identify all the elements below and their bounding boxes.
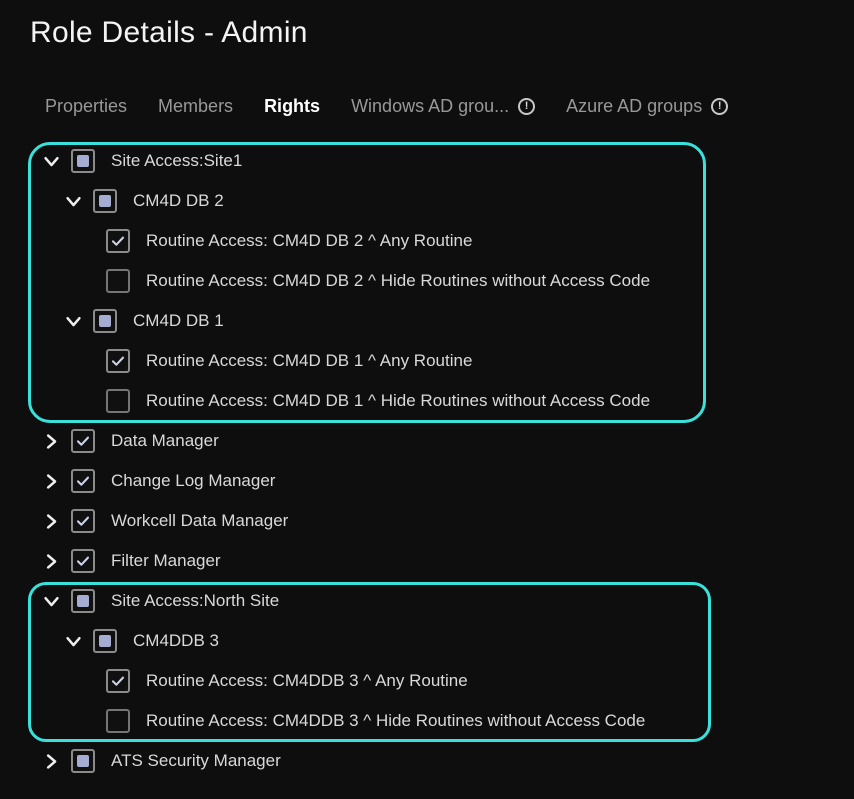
tree-item-label[interactable]: Site Access:North Site [111,591,279,611]
checkbox-checked[interactable] [106,349,130,373]
info-icon[interactable]: ! [711,98,728,115]
tree-item-label[interactable]: Routine Access: CM4D DB 2 ^ Hide Routine… [146,271,650,291]
tree-item-label[interactable]: CM4D DB 1 [133,311,224,331]
tree-row[interactable]: Change Log Manager [0,461,854,501]
tree-row[interactable]: Routine Access: CM4D DB 1 ^ Any Routine [0,341,854,381]
chevron-down-icon[interactable] [40,590,62,612]
tree-row[interactable]: Routine Access: CM4DDB 3 ^ Hide Routines… [0,701,854,741]
checkbox-partial[interactable] [93,189,117,213]
tree-item-label[interactable]: Site Access:Site1 [111,151,242,171]
check-icon [110,353,126,369]
check-icon [75,513,91,529]
tree-row[interactable]: Filter Manager [0,541,854,581]
partial-check-icon [99,635,111,647]
checkbox-checked[interactable] [71,549,95,573]
chevron-down-icon[interactable] [62,190,84,212]
checkbox-partial[interactable] [71,149,95,173]
tree-item-label[interactable]: Routine Access: CM4D DB 1 ^ Hide Routine… [146,391,650,411]
tab-label: Members [158,96,233,117]
tree-item-label[interactable]: CM4DDB 3 [133,631,219,651]
tree-item-label[interactable]: Change Log Manager [111,471,275,491]
checkbox-unchecked[interactable] [106,269,130,293]
checkbox-partial[interactable] [71,589,95,613]
tree-item-label[interactable]: Routine Access: CM4D DB 2 ^ Any Routine [146,231,472,251]
page-title: Role Details - Admin [0,0,854,50]
chevron-right-icon[interactable] [40,470,62,492]
tree-row[interactable]: Site Access:North Site [0,581,854,621]
tree-item-label[interactable]: Routine Access: CM4D DB 1 ^ Any Routine [146,351,472,371]
tree-item-label[interactable]: Routine Access: CM4DDB 3 ^ Any Routine [146,671,468,691]
tab-members[interactable]: Members [158,96,233,117]
check-icon [75,473,91,489]
rights-tree: Site Access:Site1 CM4D DB 2 Routine Acce… [0,141,854,781]
checkbox-partial[interactable] [93,629,117,653]
tree-row[interactable]: Routine Access: CM4DDB 3 ^ Any Routine [0,661,854,701]
check-icon [75,433,91,449]
partial-check-icon [99,195,111,207]
checkbox-checked[interactable] [106,229,130,253]
tab-rights[interactable]: Rights [264,96,320,117]
checkbox-partial[interactable] [71,749,95,773]
tree-row[interactable]: CM4D DB 2 [0,181,854,221]
tab-properties[interactable]: Properties [45,96,127,117]
tree-row[interactable]: Routine Access: CM4D DB 2 ^ Any Routine [0,221,854,261]
tab-label: Rights [264,96,320,117]
partial-check-icon [99,315,111,327]
checkbox-unchecked[interactable] [106,389,130,413]
chevron-right-icon[interactable] [40,750,62,772]
tab-azure-ad-groups[interactable]: Azure AD groups ! [566,96,728,117]
tree-row[interactable]: Site Access:Site1 [0,141,854,181]
chevron-right-icon[interactable] [40,510,62,532]
tree-row[interactable]: Routine Access: CM4D DB 1 ^ Hide Routine… [0,381,854,421]
tree-row[interactable]: CM4D DB 1 [0,301,854,341]
info-icon[interactable]: ! [518,98,535,115]
tree-item-label[interactable]: ATS Security Manager [111,751,281,771]
tree-row[interactable]: ATS Security Manager [0,741,854,781]
checkbox-partial[interactable] [93,309,117,333]
checkbox-checked[interactable] [71,509,95,533]
tree-item-label[interactable]: CM4D DB 2 [133,191,224,211]
chevron-down-icon[interactable] [40,150,62,172]
tree-row[interactable]: Workcell Data Manager [0,501,854,541]
chevron-down-icon[interactable] [62,630,84,652]
checkbox-checked[interactable] [71,469,95,493]
tab-bar: Properties Members Rights Windows AD gro… [45,96,854,117]
chevron-right-icon[interactable] [40,430,62,452]
check-icon [75,553,91,569]
tab-label: Properties [45,96,127,117]
tree-item-label[interactable]: Data Manager [111,431,219,451]
tab-label: Azure AD groups [566,96,702,117]
tab-label: Windows AD grou... [351,96,509,117]
tree-row[interactable]: Routine Access: CM4D DB 2 ^ Hide Routine… [0,261,854,301]
checkbox-unchecked[interactable] [106,709,130,733]
check-icon [110,673,126,689]
check-icon [110,233,126,249]
partial-check-icon [77,755,89,767]
checkbox-checked[interactable] [106,669,130,693]
partial-check-icon [77,595,89,607]
tree-row[interactable]: CM4DDB 3 [0,621,854,661]
tab-windows-ad-groups[interactable]: Windows AD grou... ! [351,96,535,117]
chevron-right-icon[interactable] [40,550,62,572]
checkbox-checked[interactable] [71,429,95,453]
partial-check-icon [77,155,89,167]
tree-row[interactable]: Data Manager [0,421,854,461]
chevron-down-icon[interactable] [62,310,84,332]
tree-item-label[interactable]: Workcell Data Manager [111,511,288,531]
tree-item-label[interactable]: Routine Access: CM4DDB 3 ^ Hide Routines… [146,711,645,731]
tree-item-label[interactable]: Filter Manager [111,551,221,571]
